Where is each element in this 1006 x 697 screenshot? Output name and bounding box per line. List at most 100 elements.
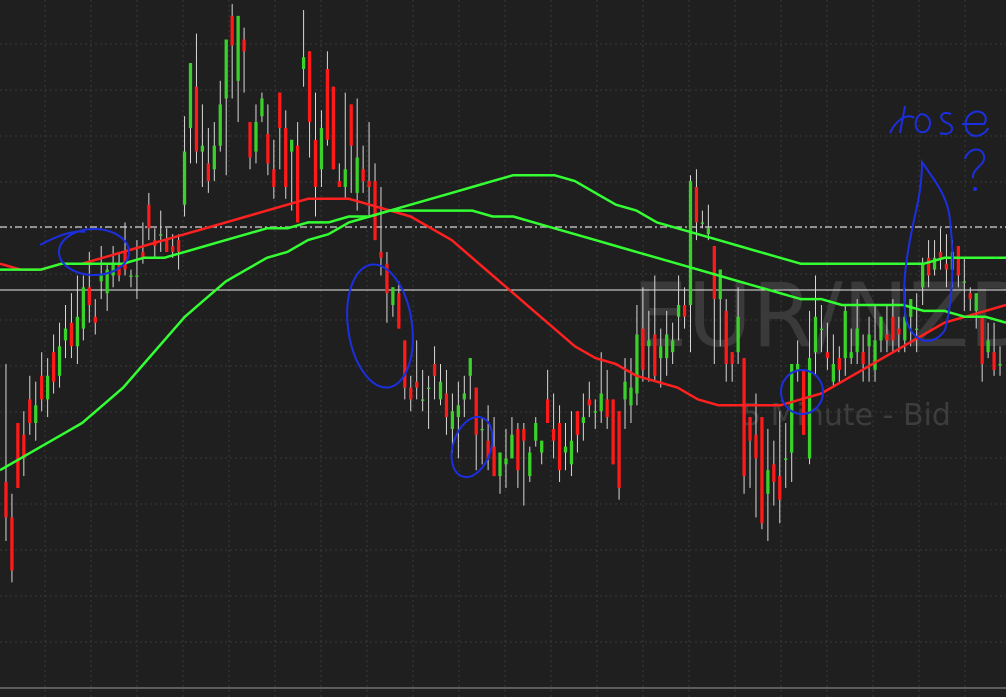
candle-up: [974, 293, 978, 311]
candle-up: [647, 340, 651, 347]
candle-down: [171, 246, 175, 252]
candle-up: [438, 381, 443, 400]
candle-down: [891, 316, 895, 341]
candle-up: [665, 334, 669, 359]
candle-down: [379, 251, 383, 258]
candle-up: [629, 387, 633, 406]
candle-down: [248, 122, 252, 158]
candle-down: [516, 428, 520, 471]
candle-up: [599, 393, 603, 412]
chart-area: EUR/NZD 5 Minute - Bid: [0, 0, 1006, 697]
candle-up: [813, 316, 818, 353]
candle-up: [688, 181, 693, 305]
candle-down: [522, 428, 526, 441]
candle-down: [837, 358, 841, 370]
candle-down: [474, 387, 478, 435]
candle-down: [825, 352, 830, 359]
candle-up: [34, 405, 38, 423]
candle-down: [230, 15, 234, 46]
candle-up: [796, 364, 800, 370]
candle-up: [426, 387, 431, 390]
candle-down: [242, 39, 246, 52]
candle-up: [843, 310, 847, 359]
candle-down: [415, 381, 419, 388]
candle-down: [992, 352, 996, 370]
candle-down: [980, 316, 984, 364]
candle-down: [575, 411, 580, 435]
candle-down: [444, 393, 449, 418]
candle-down: [926, 257, 931, 276]
candle-down: [87, 287, 91, 305]
candle-up: [700, 222, 705, 224]
candle-down: [885, 334, 889, 341]
candle-down: [361, 169, 365, 182]
candle-up: [849, 352, 853, 359]
candle-down: [165, 240, 169, 252]
candle-down: [861, 352, 865, 364]
candle-up: [534, 423, 538, 441]
candle-up: [498, 452, 502, 477]
candle-up: [659, 346, 663, 359]
candle-down: [307, 51, 312, 123]
candle-up: [855, 328, 859, 353]
candle-down: [617, 411, 621, 488]
candle-down: [546, 399, 550, 423]
candle-up: [456, 405, 460, 418]
candle-up: [135, 275, 139, 277]
candle-down: [754, 434, 758, 459]
candle-up: [129, 275, 133, 277]
candle-up: [784, 458, 788, 460]
candle-down: [16, 423, 20, 488]
candle-down: [956, 246, 960, 276]
candle-up: [260, 98, 264, 117]
candle-down: [587, 399, 591, 406]
candle-down: [492, 446, 496, 477]
candle-up: [873, 340, 877, 370]
candle-down: [40, 375, 44, 400]
candle-down: [742, 358, 746, 477]
candle-down: [337, 181, 341, 187]
candle-up: [623, 381, 627, 400]
candle-up: [831, 364, 835, 382]
candle-down: [206, 163, 210, 182]
candle-down: [551, 428, 556, 441]
candle-up: [391, 287, 395, 305]
candle-down: [373, 181, 377, 241]
candle-up: [188, 63, 193, 128]
candle-down: [278, 92, 282, 128]
candle-up: [450, 411, 455, 429]
candle-up: [236, 15, 240, 81]
candle-up: [468, 358, 472, 376]
candle-up: [343, 169, 347, 187]
candle-down: [605, 399, 609, 418]
candle-down: [93, 316, 97, 323]
candle-down: [432, 364, 437, 376]
candle-up: [986, 340, 990, 353]
candle-up: [510, 434, 514, 459]
candle-down: [28, 399, 32, 423]
candle-up: [706, 228, 710, 235]
candle-down: [730, 352, 734, 364]
candle-up: [962, 281, 966, 283]
candle-up: [99, 275, 103, 282]
timeframe-watermark: 5 Minute - Bid: [742, 398, 951, 433]
candle-down: [409, 387, 413, 400]
candle-down: [266, 133, 270, 164]
candle-down: [557, 423, 562, 471]
candle-up: [319, 128, 324, 170]
candle-up: [718, 269, 722, 300]
candle-up: [218, 104, 222, 146]
candle-down: [4, 482, 8, 518]
candle-up: [46, 375, 50, 400]
candle-down: [611, 399, 615, 465]
candle-up: [635, 334, 639, 394]
candle-down: [801, 369, 806, 435]
candle-up: [766, 470, 770, 494]
candle-up: [540, 440, 544, 453]
candle-up: [290, 139, 294, 152]
candle-down: [653, 334, 657, 376]
candle-down: [938, 251, 943, 258]
candle-down: [284, 128, 288, 187]
candlestick-chart: EUR/NZD 5 Minute - Bid: [0, 0, 1006, 697]
candle-up: [301, 57, 306, 69]
